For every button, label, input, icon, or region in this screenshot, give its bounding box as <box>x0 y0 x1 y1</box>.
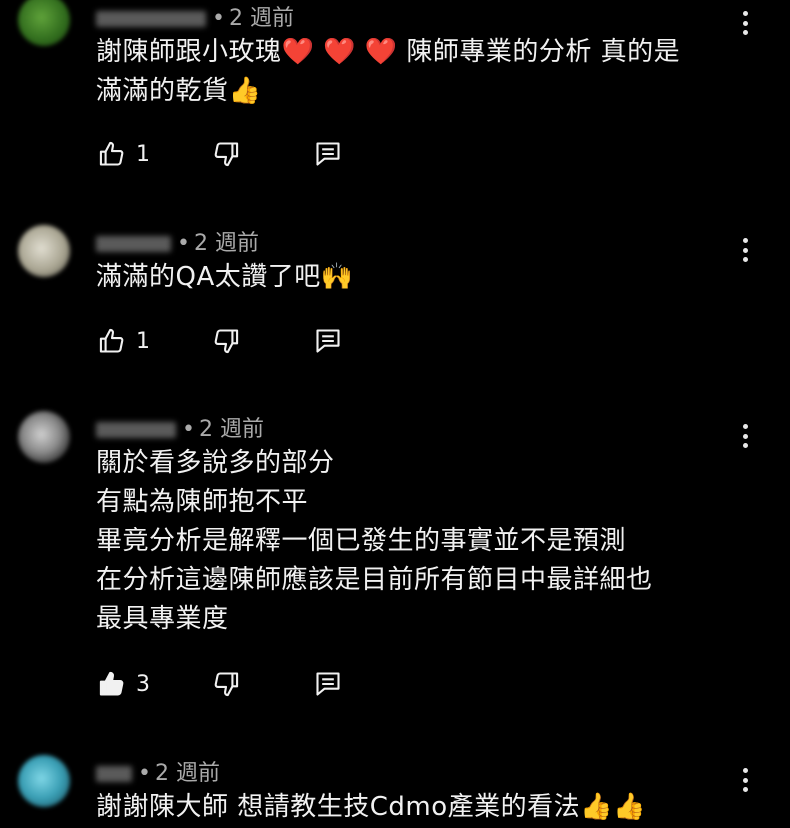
avatar[interactable] <box>18 755 70 807</box>
like-count: 1 <box>136 328 150 354</box>
comment-line: 在分析這邊陳師應該是目前所有節目中最詳細也 <box>96 565 653 595</box>
like-button[interactable]: 1 <box>98 326 150 356</box>
comment-meta: • 2 週前 <box>96 225 259 257</box>
author-name[interactable] <box>96 766 132 782</box>
dislike-button[interactable] <box>212 669 240 699</box>
thumbs-down-icon <box>214 672 239 697</box>
reply-button[interactable] <box>315 669 341 699</box>
comment-line: 最具專業度 <box>96 604 229 634</box>
comment-line: 滿滿的乾貨👍 <box>96 76 262 106</box>
comment-meta: • 2 週前 <box>96 0 294 32</box>
thumbs-down-icon <box>214 142 239 167</box>
dislike-button[interactable] <box>212 326 240 356</box>
comment-line: 謝陳師跟小玫瑰❤️ ❤️ ❤️ 陳師專業的分析 真的是 <box>96 37 681 67</box>
author-name[interactable] <box>96 422 176 438</box>
comment-line: 謝謝陳大師 想請教生技Cdmo產業的看法👍👍 <box>96 792 646 822</box>
comment-time[interactable]: 2 週前 <box>155 761 220 786</box>
reply-button[interactable] <box>315 139 341 169</box>
comment-line: 有點為陳師抱不平 <box>96 487 309 517</box>
comment-time[interactable]: 2 週前 <box>194 231 259 256</box>
reply-icon <box>316 329 340 353</box>
author-name[interactable] <box>96 11 206 27</box>
comment-line: 畢竟分析是解釋一個已發生的事實並不是預測 <box>96 526 627 556</box>
thumbs-up-icon <box>99 141 124 166</box>
comment-menu-button[interactable] <box>735 765 755 795</box>
like-count: 1 <box>136 141 150 167</box>
more-vertical-icon <box>742 768 748 773</box>
comment-meta: • 2 週前 <box>96 755 220 787</box>
dislike-button[interactable] <box>212 139 240 169</box>
thumbs-up-icon <box>99 328 124 353</box>
comment-text: 滿滿的QA太讚了吧🙌 <box>96 258 354 297</box>
avatar[interactable] <box>18 411 70 463</box>
reply-button[interactable] <box>315 326 341 356</box>
comment-menu-button[interactable] <box>735 235 755 265</box>
comment-line: 滿滿的QA太讚了吧🙌 <box>96 262 354 292</box>
comment-text: 謝陳師跟小玫瑰❤️ ❤️ ❤️ 陳師專業的分析 真的是 滿滿的乾貨👍 <box>96 33 680 111</box>
more-vertical-icon <box>742 238 748 243</box>
comment-menu-button[interactable] <box>735 8 755 38</box>
more-vertical-icon <box>742 11 748 16</box>
comment-time[interactable]: 2 週前 <box>199 417 264 442</box>
author-name[interactable] <box>96 236 171 252</box>
avatar[interactable] <box>18 0 70 46</box>
comment-text: 謝謝陳大師 想請教生技Cdmo產業的看法👍👍 <box>96 788 646 827</box>
reply-icon <box>316 672 340 696</box>
avatar[interactable] <box>18 225 70 277</box>
like-count: 3 <box>136 671 150 697</box>
comment-line: 關於看多說多的部分 <box>96 448 335 478</box>
more-vertical-icon <box>742 424 748 429</box>
comment-time[interactable]: 2 週前 <box>229 6 294 31</box>
like-button[interactable]: 1 <box>98 139 150 169</box>
reply-icon <box>316 142 340 166</box>
comment-menu-button[interactable] <box>735 421 755 451</box>
thumbs-up-icon <box>99 671 124 696</box>
comment-text: 關於看多說多的部分 有點為陳師抱不平畢竟分析是解釋一個已發生的事實並不是預測 在分析… <box>96 444 653 639</box>
thumbs-down-icon <box>214 329 239 354</box>
like-button[interactable]: 3 <box>98 669 150 699</box>
comment-meta: • 2 週前 <box>96 411 264 443</box>
